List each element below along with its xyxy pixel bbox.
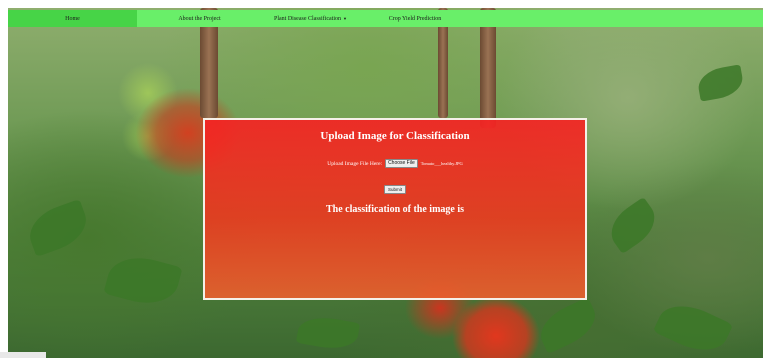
- submit-button[interactable]: Submit: [383, 185, 407, 194]
- panel-title: Upload Image for Classification: [320, 130, 470, 142]
- nav-crop-yield-prediction[interactable]: Crop Yield Prediction: [359, 10, 471, 27]
- nav-plant-disease-label: Plant Disease Classification: [274, 15, 342, 22]
- nav-home-label: Home: [65, 15, 80, 22]
- upload-label: Upload Image File Here:: [327, 160, 383, 167]
- choose-file-button[interactable]: Choose File: [385, 159, 418, 168]
- nav-crop-yield-label: Crop Yield Prediction: [388, 15, 442, 22]
- nav-about-label: About the Project: [178, 15, 221, 22]
- leaf: [22, 198, 94, 258]
- selected-file-name: Tomato___healthy.JPG: [420, 161, 463, 166]
- leaf: [533, 296, 603, 355]
- nav-home[interactable]: Home: [8, 10, 137, 27]
- nav-plant-disease-classification[interactable]: Plant Disease Classification ▼: [262, 10, 359, 27]
- chevron-down-icon: ▼: [343, 16, 347, 21]
- leaf: [695, 64, 746, 102]
- leaf: [652, 295, 734, 358]
- leaf: [602, 196, 664, 255]
- upload-row: Upload Image File Here: Choose File Toma…: [205, 159, 585, 168]
- leaf: [295, 313, 361, 353]
- upload-panel: Upload Image for Classification Upload I…: [203, 118, 587, 300]
- classification-result: The classification of the image is: [325, 204, 465, 215]
- leaf: [103, 249, 183, 312]
- top-navbar: Home About the Project Plant Disease Cla…: [8, 10, 763, 27]
- nav-about-project[interactable]: About the Project: [137, 10, 262, 27]
- corner-tag: [0, 352, 46, 358]
